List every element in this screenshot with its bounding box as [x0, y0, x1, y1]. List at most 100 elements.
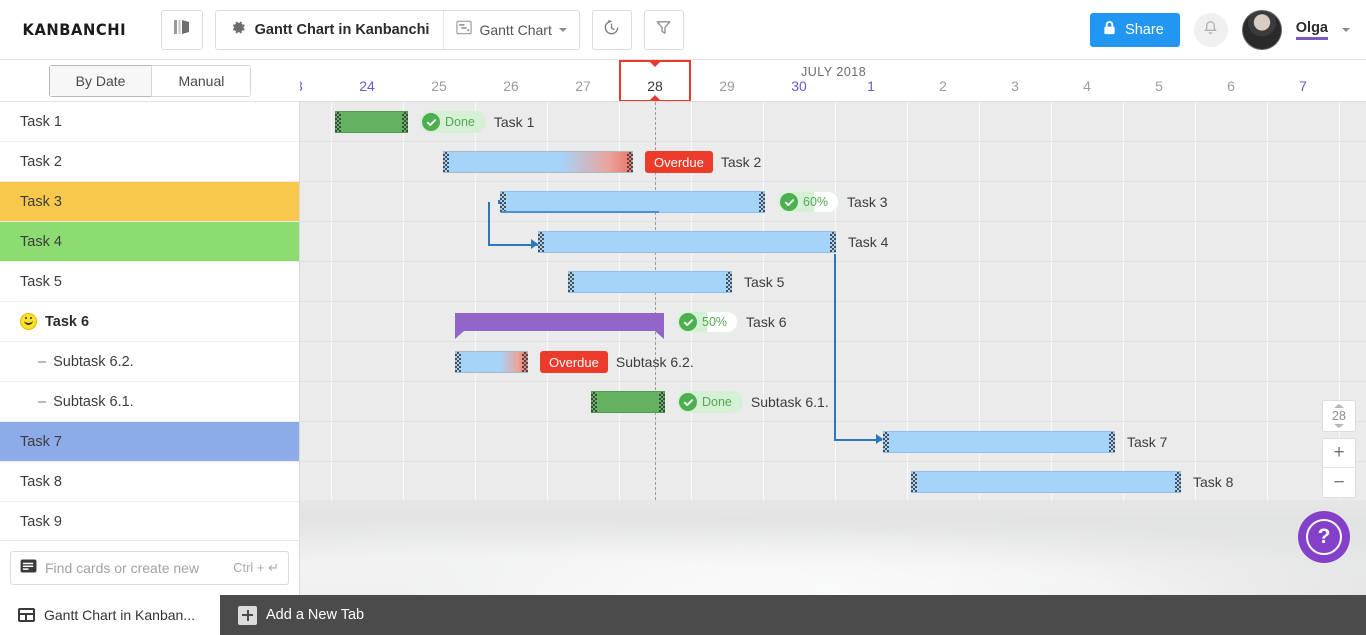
panel-toggle-button[interactable] — [160, 9, 203, 50]
sidebar-task-row[interactable]: Task 9 — [0, 502, 299, 540]
timeline-day-25[interactable]: 25 — [403, 78, 475, 94]
gantt-task-bar[interactable] — [335, 111, 408, 133]
search-input[interactable]: Find cards or create new Ctrl + ↵ — [10, 551, 289, 585]
bar-resize-handle-left[interactable] — [538, 232, 544, 252]
bar-resize-handle-left[interactable] — [500, 192, 506, 212]
bar-resize-handle-left[interactable] — [455, 352, 461, 372]
dependency-link — [488, 202, 490, 246]
timeline-day-26[interactable]: 26 — [475, 78, 547, 94]
user-name[interactable]: Olga — [1295, 20, 1328, 40]
share-button[interactable]: Share — [1090, 12, 1180, 47]
gantt-task-bar[interactable] — [568, 271, 732, 293]
check-circle-icon — [780, 193, 798, 211]
user-menu-chevron-icon[interactable] — [1342, 27, 1350, 32]
bar-resize-handle-left[interactable] — [568, 272, 574, 292]
avatar[interactable] — [1241, 9, 1282, 50]
bar-label: Task 4 — [848, 231, 888, 253]
timeline-day-29[interactable]: 29 — [691, 78, 763, 94]
bar-resize-handle-right[interactable] — [1109, 432, 1115, 452]
sidebar-task-row[interactable]: Task 2 — [0, 142, 299, 182]
timeline-day-3[interactable]: 3 — [979, 78, 1051, 94]
tab-by-date[interactable]: By Date — [48, 64, 152, 97]
gantt-summary-bar[interactable] — [455, 313, 664, 339]
bar-resize-handle-left[interactable] — [591, 392, 597, 412]
sidebar-task-row[interactable]: – Subtask 6.2. — [0, 342, 299, 382]
timeline-day-2[interactable]: 2 — [907, 78, 979, 94]
sidebar-task-row[interactable]: Task 1 — [0, 102, 299, 142]
sidebar-task-row[interactable]: – Subtask 6.1. — [0, 382, 299, 422]
timeline-day-1[interactable]: 1 — [835, 78, 907, 94]
bar-resize-handle-right[interactable] — [659, 392, 665, 412]
timeline-day-5[interactable]: 5 — [1123, 78, 1195, 94]
filter-button[interactable] — [643, 9, 684, 50]
bar-resize-handle-left[interactable] — [911, 472, 917, 492]
bar-task-name: Task 8 — [1193, 474, 1234, 490]
day-scale-stepper[interactable]: 28 — [1322, 400, 1356, 432]
board-title-button[interactable]: Gantt Chart in Kanbanchi — [216, 10, 445, 49]
timeline-day-27[interactable]: 27 — [547, 78, 619, 94]
bar-resize-handle-left[interactable] — [883, 432, 889, 452]
grid-hline — [300, 461, 1366, 462]
check-circle-icon — [422, 113, 440, 131]
check-circle-icon — [679, 393, 697, 411]
bar-resize-handle-left[interactable] — [335, 112, 341, 132]
sidebar-task-row[interactable]: Task 4 — [0, 222, 299, 262]
sidebar-task-row[interactable]: Task 8 — [0, 462, 299, 502]
timeline-day-24[interactable]: 24 — [331, 78, 403, 94]
status-badge-overdue: Overdue — [645, 151, 713, 173]
taskbar-tab-active[interactable]: Gantt Chart in Kanban... — [0, 595, 220, 635]
add-new-tab-button[interactable]: Add a New Tab — [220, 595, 382, 635]
bar-resize-handle-right[interactable] — [627, 152, 633, 172]
bar-task-name: Task 6 — [746, 314, 787, 330]
search-bar: Find cards or create new Ctrl + ↵ — [0, 540, 300, 595]
bar-label: Task 7 — [1127, 431, 1167, 453]
history-button[interactable] — [591, 9, 632, 50]
bar-resize-handle-right[interactable] — [402, 112, 408, 132]
timeline-day-30[interactable]: 30 — [763, 78, 835, 94]
bar-label: Done Subtask 6.1. — [677, 391, 829, 413]
sidebar-task-row[interactable]: Task 3 — [0, 182, 299, 222]
timeline-day-28[interactable]: 28 — [619, 78, 691, 94]
gantt-task-bar[interactable] — [500, 191, 765, 213]
bar-resize-handle-right[interactable] — [522, 352, 528, 372]
status-badge-overdue: Overdue — [540, 351, 608, 373]
gantt-task-bar[interactable] — [538, 231, 836, 253]
gantt-view-icon — [456, 20, 473, 40]
sidebar-task-row[interactable]: Task 7 — [0, 422, 299, 462]
stepper-down-icon[interactable] — [1334, 424, 1344, 428]
view-selector[interactable]: Gantt Chart — [444, 11, 578, 49]
bar-resize-handle-left[interactable] — [443, 152, 449, 172]
board-title-text: Gantt Chart in Kanbanchi — [254, 21, 430, 38]
notifications-button[interactable] — [1193, 12, 1228, 47]
header-right-group: Share Olga — [1090, 9, 1366, 50]
timeline-day-6[interactable]: 6 — [1195, 78, 1267, 94]
sidebar-task-row[interactable]: Task 5 — [0, 262, 299, 302]
bar-label: 50% Task 6 — [676, 311, 787, 333]
help-button[interactable]: ? — [1298, 511, 1350, 563]
timeline-day-23[interactable]: 23 — [300, 78, 331, 94]
gantt-task-bar[interactable] — [455, 351, 528, 373]
board-icon — [18, 608, 35, 622]
bar-label: Task 5 — [744, 271, 784, 293]
bar-resize-handle-right[interactable] — [1175, 472, 1181, 492]
gantt-app: KANBANCHI Gantt Chart in Kanbanchi Gantt… — [0, 0, 1366, 635]
board-toolbar-group: Gantt Chart in Kanbanchi Gantt Chart — [214, 9, 580, 50]
bar-label: Done Task 1 — [420, 111, 534, 133]
gantt-task-bar[interactable] — [591, 391, 665, 413]
sidebar-task-row[interactable]: Task 6 — [0, 302, 299, 342]
status-badge-done: Done — [677, 391, 743, 413]
timeline-day-4[interactable]: 4 — [1051, 78, 1123, 94]
zoom-in-button[interactable]: + — [1323, 439, 1355, 468]
bar-resize-handle-right[interactable] — [726, 272, 732, 292]
card-lines-icon — [20, 558, 37, 578]
zoom-out-button[interactable]: − — [1323, 468, 1355, 497]
gantt-task-bar[interactable] — [883, 431, 1115, 453]
bar-resize-handle-right[interactable] — [830, 232, 836, 252]
gantt-task-bar[interactable] — [443, 151, 633, 173]
bar-resize-handle-right[interactable] — [759, 192, 765, 212]
timeline-day-7[interactable]: 7 — [1267, 78, 1339, 94]
status-badge-progress: 50% — [676, 311, 739, 333]
gantt-task-bar[interactable] — [911, 471, 1181, 493]
add-tab-label: Add a New Tab — [266, 607, 365, 623]
tab-manual[interactable]: Manual — [151, 64, 252, 97]
